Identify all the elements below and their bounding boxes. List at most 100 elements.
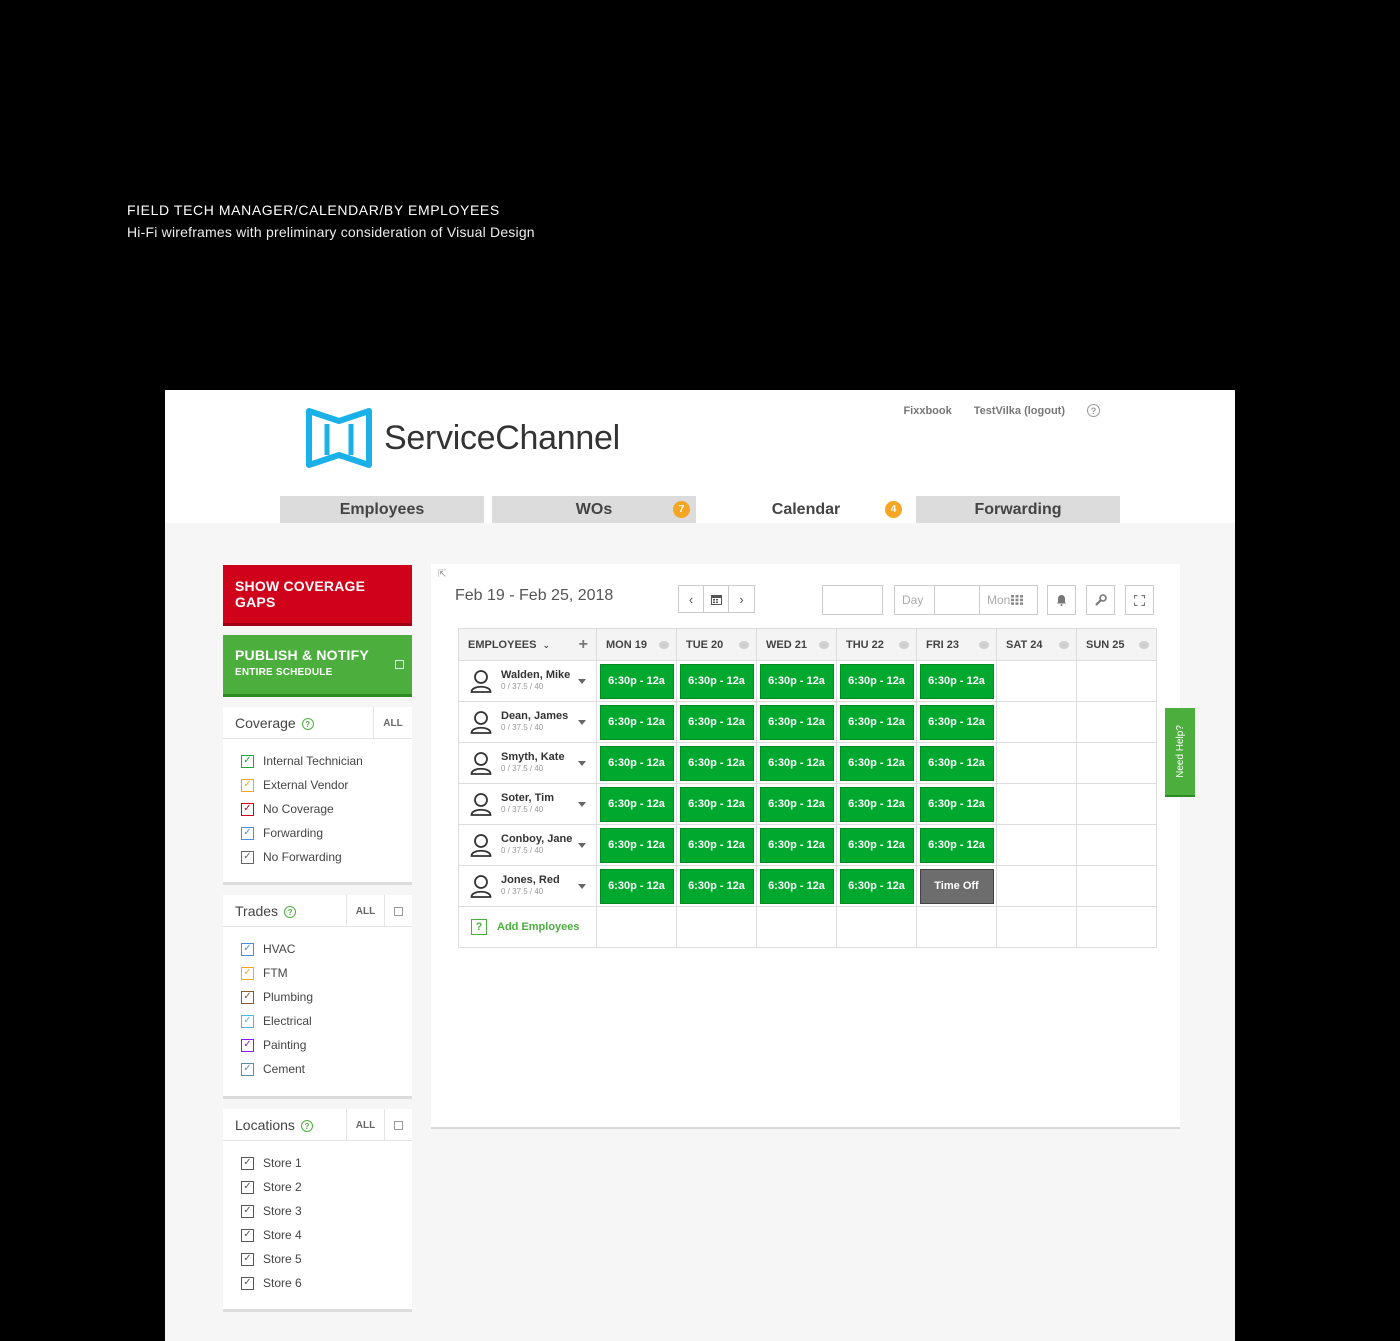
prev-week-button[interactable]: ‹ bbox=[679, 586, 704, 612]
trades-item-cement[interactable]: ✓ Cement bbox=[241, 1057, 412, 1081]
help-icon[interactable]: ? bbox=[301, 718, 314, 730]
day-cell[interactable]: 6:30p - 12a bbox=[836, 783, 917, 825]
comment-icon[interactable] bbox=[819, 641, 829, 649]
chevron-down-icon[interactable] bbox=[578, 802, 586, 807]
chevron-down-icon[interactable] bbox=[578, 761, 586, 766]
shift-block[interactable]: 6:30p - 12a bbox=[759, 786, 834, 822]
day-cell[interactable] bbox=[996, 906, 1077, 948]
employee-cell[interactable]: Walden, Mike 0 / 37.5 / 40 bbox=[458, 660, 597, 702]
chevron-down-icon[interactable] bbox=[578, 884, 586, 889]
day-cell[interactable]: 6:30p - 12a bbox=[676, 701, 757, 743]
employee-cell[interactable]: Conboy, Jane 0 / 37.5 / 40 bbox=[458, 824, 597, 866]
trades-collapse-toggle[interactable] bbox=[384, 895, 412, 927]
day-cell[interactable] bbox=[916, 906, 997, 948]
tab-calendar[interactable]: Calendar 4 bbox=[704, 496, 908, 523]
day-header-wed-21[interactable]: WED 21 bbox=[756, 628, 837, 661]
tab-wos[interactable]: WOs 7 bbox=[492, 496, 696, 523]
add-employee-icon[interactable]: + bbox=[579, 636, 588, 654]
day-cell[interactable] bbox=[996, 742, 1077, 784]
add-employees-link[interactable]: Add Employees bbox=[497, 921, 580, 933]
search-input[interactable] bbox=[822, 585, 883, 615]
shift-block[interactable]: 6:30p - 12a bbox=[839, 868, 914, 904]
coverage-item-forwarding[interactable]: ✓ Forwarding bbox=[241, 821, 412, 845]
tab-employees[interactable]: Employees bbox=[280, 496, 484, 523]
day-cell[interactable]: 6:30p - 12a bbox=[836, 865, 917, 907]
day-cell[interactable]: 6:30p - 12a bbox=[676, 783, 757, 825]
day-cell[interactable] bbox=[756, 906, 837, 948]
day-cell[interactable] bbox=[596, 906, 677, 948]
locations-item-store-3[interactable]: ✓ Store 3 bbox=[241, 1199, 412, 1223]
publish-notify-button[interactable]: PUBLISH & NOTIFY ENTIRE SCHEDULE bbox=[223, 635, 412, 697]
day-cell[interactable]: 6:30p - 12a bbox=[596, 660, 677, 702]
day-cell[interactable]: Time Off bbox=[916, 865, 997, 907]
checkbox-checked-icon[interactable]: ✓ bbox=[241, 1038, 254, 1052]
shift-block[interactable]: 6:30p - 12a bbox=[679, 786, 754, 822]
next-week-button[interactable]: › bbox=[729, 586, 754, 612]
checkbox-checked-icon[interactable]: ✓ bbox=[241, 1276, 254, 1290]
day-cell[interactable]: 6:30p - 12a bbox=[596, 742, 677, 784]
shift-block[interactable]: 6:30p - 12a bbox=[839, 745, 914, 781]
checkbox-checked-icon[interactable]: ✓ bbox=[241, 1062, 254, 1076]
logout-link[interactable]: TestVilka (logout) bbox=[974, 405, 1065, 417]
day-cell[interactable]: 6:30p - 12a bbox=[756, 783, 837, 825]
locations-item-store-6[interactable]: ✓ Store 6 bbox=[241, 1271, 412, 1295]
help-icon[interactable]: ? bbox=[300, 1120, 313, 1132]
checkbox-checked-icon[interactable]: ✓ bbox=[241, 850, 254, 864]
comment-icon[interactable] bbox=[979, 641, 989, 649]
employees-column-header[interactable]: EMPLOYEES ⌄ + bbox=[458, 628, 597, 661]
day-cell[interactable]: 6:30p - 12a bbox=[676, 824, 757, 866]
trades-all-toggle[interactable]: ALL bbox=[346, 895, 384, 927]
shift-block[interactable]: 6:30p - 12a bbox=[919, 786, 994, 822]
checkbox-checked-icon[interactable]: ✓ bbox=[241, 1252, 254, 1266]
employee-cell[interactable]: Jones, Red 0 / 37.5 / 40 bbox=[458, 865, 597, 907]
day-cell[interactable] bbox=[1076, 906, 1157, 948]
shift-block[interactable]: 6:30p - 12a bbox=[759, 704, 834, 740]
comment-icon[interactable] bbox=[899, 641, 909, 649]
tab-forwarding[interactable]: Forwarding bbox=[916, 496, 1120, 523]
trades-item-hvac[interactable]: ✓ HVAC bbox=[241, 937, 412, 961]
day-cell[interactable]: 6:30p - 12a bbox=[836, 701, 917, 743]
employee-cell[interactable]: Dean, James 0 / 37.5 / 40 bbox=[458, 701, 597, 743]
coverage-item-no-forwarding[interactable]: ✓ No Forwarding bbox=[241, 845, 412, 869]
comment-icon[interactable] bbox=[1059, 641, 1069, 649]
add-employees-cell[interactable]: ? Add Employees bbox=[458, 906, 597, 948]
day-cell[interactable]: 6:30p - 12a bbox=[836, 824, 917, 866]
day-cell[interactable] bbox=[996, 783, 1077, 825]
shift-block[interactable]: 6:30p - 12a bbox=[599, 704, 674, 740]
day-cell[interactable]: 6:30p - 12a bbox=[596, 783, 677, 825]
trades-item-ftm[interactable]: ✓ FTM bbox=[241, 961, 412, 985]
shift-block[interactable]: 6:30p - 12a bbox=[839, 827, 914, 863]
fullscreen-button[interactable] bbox=[1125, 585, 1154, 615]
locations-item-store-4[interactable]: ✓ Store 4 bbox=[241, 1223, 412, 1247]
comment-icon[interactable] bbox=[659, 641, 669, 649]
shift-block[interactable]: 6:30p - 12a bbox=[919, 663, 994, 699]
view-week-button[interactable] bbox=[935, 586, 980, 614]
day-cell[interactable] bbox=[1076, 742, 1157, 784]
day-cell[interactable]: 6:30p - 12a bbox=[756, 742, 837, 784]
chevron-down-icon[interactable] bbox=[578, 843, 586, 848]
locations-all-toggle[interactable]: ALL bbox=[346, 1109, 384, 1141]
checkbox-checked-icon[interactable]: ✓ bbox=[241, 1180, 254, 1194]
day-cell[interactable]: 6:30p - 12a bbox=[596, 865, 677, 907]
day-cell[interactable]: 6:30p - 12a bbox=[676, 742, 757, 784]
locations-item-store-5[interactable]: ✓ Store 5 bbox=[241, 1247, 412, 1271]
shift-block[interactable]: 6:30p - 12a bbox=[599, 827, 674, 863]
shift-block[interactable]: 6:30p - 12a bbox=[599, 868, 674, 904]
shift-block[interactable]: 6:30p - 12a bbox=[839, 663, 914, 699]
help-icon[interactable]: ? bbox=[284, 906, 297, 918]
day-header-thu-22[interactable]: THU 22 bbox=[836, 628, 917, 661]
day-cell[interactable]: 6:30p - 12a bbox=[756, 824, 837, 866]
coverage-item-no-coverage[interactable]: ✓ No Coverage bbox=[241, 797, 412, 821]
shift-block[interactable]: 6:30p - 12a bbox=[919, 745, 994, 781]
time-off-block[interactable]: Time Off bbox=[919, 868, 994, 904]
coverage-item-external-vendor[interactable]: ✓ External Vendor bbox=[241, 773, 412, 797]
day-cell[interactable]: 6:30p - 12a bbox=[836, 742, 917, 784]
day-cell[interactable]: 6:30p - 12a bbox=[756, 660, 837, 702]
day-cell[interactable] bbox=[1076, 783, 1157, 825]
checkbox-checked-icon[interactable]: ✓ bbox=[241, 802, 254, 816]
shift-block[interactable]: 6:30p - 12a bbox=[839, 704, 914, 740]
checkbox-checked-icon[interactable]: ✓ bbox=[241, 1014, 254, 1028]
shift-block[interactable]: 6:30p - 12a bbox=[839, 786, 914, 822]
show-coverage-gaps-button[interactable]: SHOW COVERAGE GAPS bbox=[223, 565, 412, 626]
day-cell[interactable] bbox=[996, 701, 1077, 743]
